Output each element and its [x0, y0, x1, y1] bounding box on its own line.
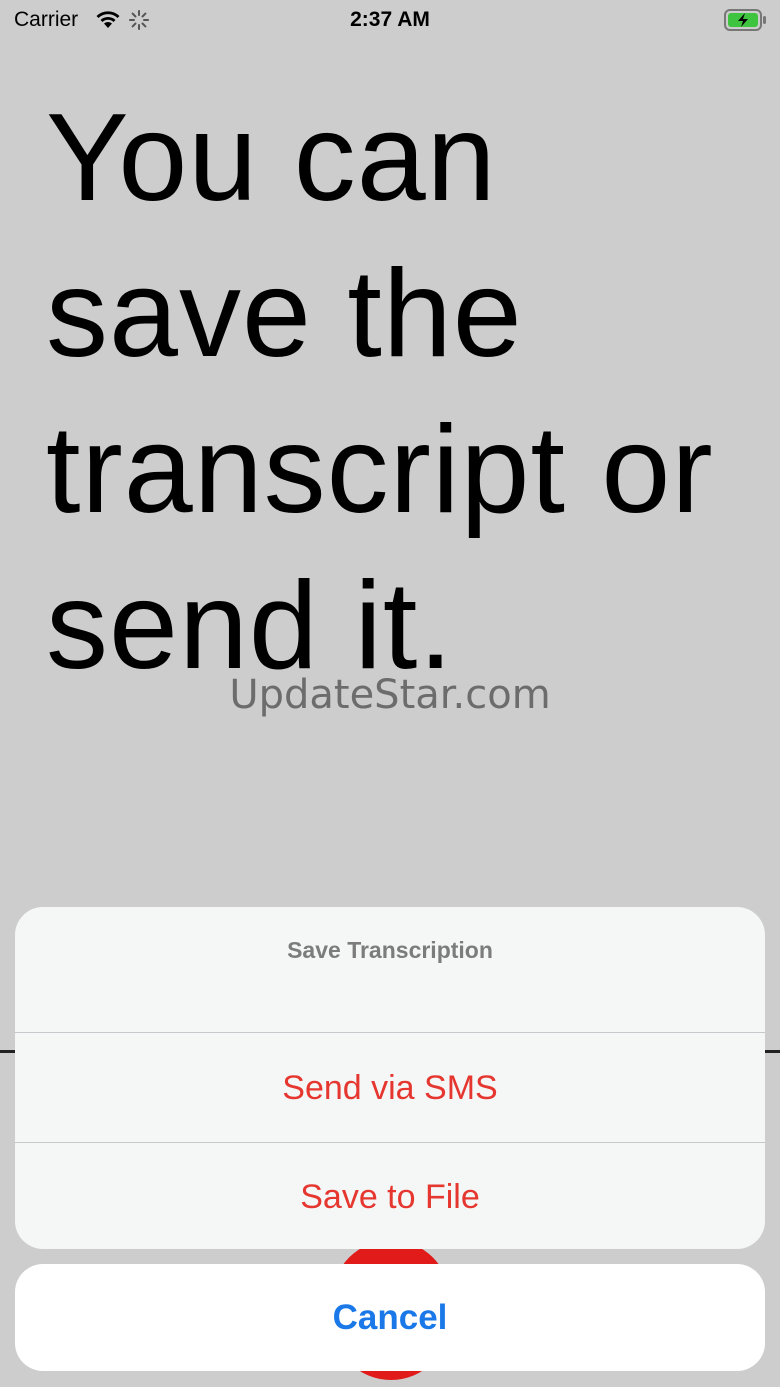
- transcript-headline: You can save the transcript or send it.: [46, 89, 714, 695]
- battery-charging-icon: [724, 9, 766, 31]
- action-sheet-title: Save Transcription: [15, 907, 765, 1033]
- action-sheet: Save Transcription Send via SMS Save to …: [15, 907, 765, 1249]
- send-via-sms-button[interactable]: Send via SMS: [15, 1034, 765, 1143]
- status-bar: Carrier 2:37 AM: [0, 0, 780, 40]
- save-to-file-button[interactable]: Save to File: [15, 1143, 765, 1249]
- status-time: 2:37 AM: [350, 8, 430, 31]
- divider-line: [0, 1050, 16, 1053]
- divider-line: [764, 1050, 780, 1053]
- watermark: UpdateStar.com: [229, 672, 551, 718]
- cancel-button[interactable]: Cancel: [15, 1264, 765, 1371]
